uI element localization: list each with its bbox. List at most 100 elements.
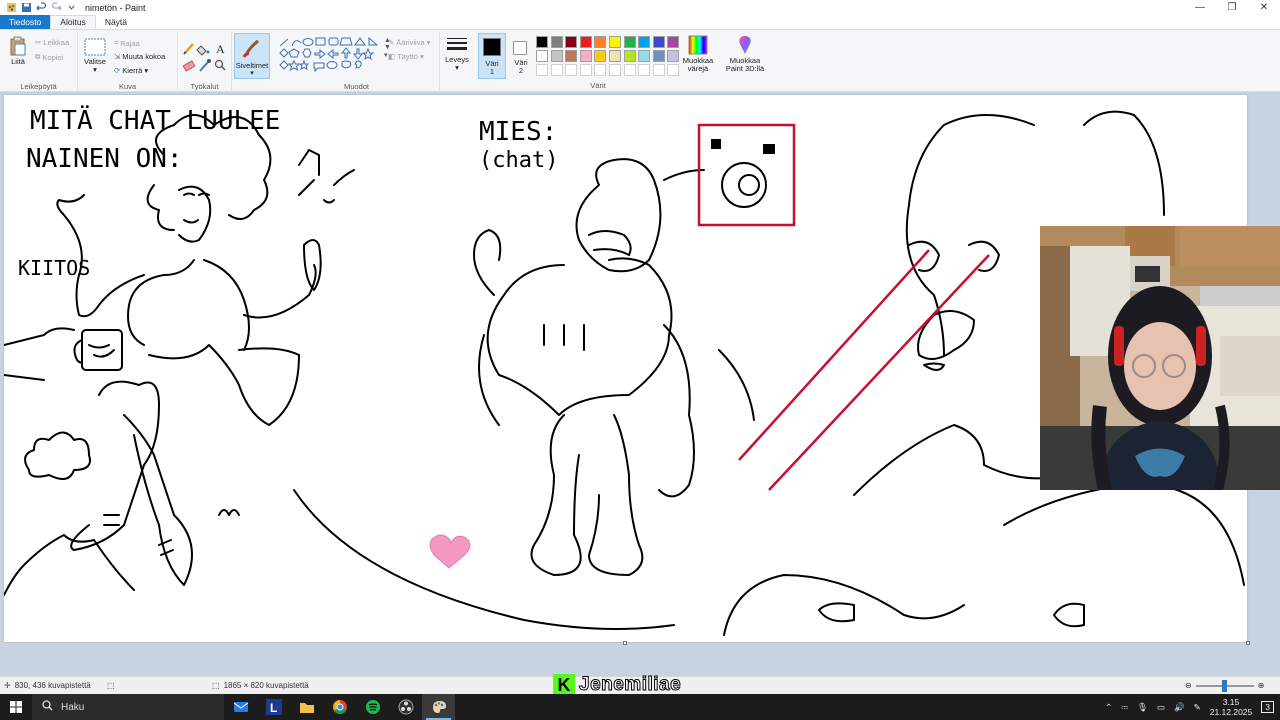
palette-swatch[interactable] (623, 50, 636, 62)
redo-icon[interactable] (51, 2, 62, 13)
paint-icon (432, 701, 446, 713)
crop-button[interactable]: ⌗ Rajaa (114, 38, 140, 48)
scissors-icon: ✂ (35, 38, 42, 47)
customize-toolbar-chevron-icon[interactable] (66, 2, 77, 13)
chevron-down-icon: ▾ (419, 52, 424, 61)
shapes-group-label: Muodot (343, 82, 370, 91)
edit-colors-button[interactable]: Muokkaa värejä (680, 35, 716, 73)
palette-swatch[interactable] (536, 50, 548, 62)
custom-color-slot[interactable] (550, 64, 563, 76)
paste-button[interactable]: Liitä (6, 36, 30, 66)
custom-color-slot[interactable] (623, 64, 636, 76)
fill-button[interactable]: ◧ Täyttö ▾ (388, 52, 424, 61)
resize-handle-corner[interactable] (1246, 641, 1250, 645)
palette-swatch[interactable] (667, 50, 680, 62)
tab-file[interactable]: Tiedosto (0, 15, 51, 29)
zoom-slider-thumb[interactable] (1221, 679, 1227, 692)
custom-color-slot[interactable] (579, 64, 592, 76)
chevron-down-icon: ▾ (144, 66, 149, 75)
copy-button[interactable]: ⧉ Kopioi (35, 52, 63, 62)
palette-swatch[interactable] (536, 36, 548, 48)
size-button[interactable]: Leveys ▾ (442, 36, 472, 72)
custom-color-slot[interactable] (667, 64, 680, 76)
chevron-up-icon[interactable]: ⌃ (1105, 702, 1112, 713)
title-bar: nimetön - Paint — ❐ ✕ (0, 0, 1280, 15)
undo-icon[interactable] (36, 2, 47, 13)
palette-swatch[interactable] (623, 36, 636, 48)
drawing-text-subtitle: NAINEN ON: (26, 144, 183, 174)
monitor-icon[interactable]: ▭ (1157, 702, 1165, 713)
crop-icon: ⌗ (114, 38, 119, 47)
custom-color-slot[interactable] (565, 64, 578, 76)
taskbar-app-chrome[interactable] (323, 694, 356, 720)
drawing-text-title: MITÄ CHAT LUULEE (30, 104, 280, 136)
chevron-down-icon: ▾ (426, 38, 431, 47)
taskbar-app-paint[interactable] (422, 694, 455, 720)
windows-logo-icon (10, 701, 22, 713)
close-button[interactable]: ✕ (1248, 0, 1280, 15)
window-controls: — ❐ ✕ (1184, 0, 1280, 15)
pen-icon[interactable]: ✎ (1194, 702, 1201, 713)
select-button[interactable]: Valitse ▾ (82, 38, 108, 74)
taskbar-app-obs[interactable] (389, 694, 422, 720)
clock[interactable]: 3.15 21.12.2025 (1210, 697, 1253, 717)
tab-home[interactable]: Aloitus (50, 15, 96, 29)
palette-swatch[interactable] (667, 36, 680, 48)
custom-color-slot[interactable] (594, 64, 607, 76)
palette-swatch[interactable] (652, 36, 665, 48)
eraser-icon (182, 60, 196, 72)
cursor-position: ✛ 830, 436 kuvapistettä (4, 681, 91, 690)
custom-color-slot[interactable] (536, 64, 548, 76)
cut-button[interactable]: ✂ Leikkaa (35, 38, 69, 47)
outline-button[interactable]: ✎ Ääriviiva ▾ (388, 38, 430, 47)
tab-view[interactable]: Näytä (96, 15, 136, 29)
microphone-icon[interactable]: 🎙 (1137, 702, 1148, 713)
custom-color-slot[interactable] (652, 64, 665, 76)
chevron-down-icon: ▾ (93, 65, 97, 74)
palette-swatch[interactable] (594, 50, 607, 62)
zoom-out-button[interactable]: ⊖ (1185, 681, 1192, 690)
taskbar-app-mail[interactable] (224, 694, 257, 720)
obs-icon (398, 699, 413, 715)
network-icon[interactable]: ⎓ (1121, 702, 1128, 713)
rotate-icon: ⟳ (114, 66, 121, 75)
shapes-gallery[interactable] (278, 37, 380, 79)
taskbar-app-spotify[interactable] (356, 694, 389, 720)
zoom-slider[interactable] (1195, 679, 1254, 692)
palette-swatch[interactable] (579, 50, 592, 62)
notifications-button[interactable]: 3 (1261, 701, 1274, 713)
start-button[interactable] (0, 694, 32, 720)
palette-swatch[interactable] (609, 36, 621, 48)
save-icon[interactable] (21, 2, 32, 13)
edit-with-paint3d-button[interactable]: Muokkaa Paint 3D:llä (722, 35, 768, 73)
palette-swatch[interactable] (652, 50, 665, 62)
palette-swatch[interactable] (550, 36, 563, 48)
palette-swatch[interactable] (609, 50, 621, 62)
color2-button[interactable]: Väri 2 (508, 33, 534, 79)
palette-swatch[interactable] (638, 36, 651, 48)
streamer-name: Jenemiliae (578, 674, 682, 696)
custom-color-slot[interactable] (638, 64, 651, 76)
maximize-button[interactable]: ❐ (1216, 0, 1248, 15)
rotate-button[interactable]: ⟳ Kierrä ▾ (114, 66, 148, 75)
palette-swatch[interactable] (579, 36, 592, 48)
minimize-button[interactable]: — (1184, 0, 1216, 15)
palette-swatch[interactable] (565, 36, 578, 48)
taskbar-app-l[interactable]: L (257, 694, 290, 720)
palette-swatch[interactable] (594, 36, 607, 48)
volume-icon[interactable]: 🔊 (1174, 702, 1185, 713)
palette-swatch[interactable] (638, 50, 651, 62)
palette-swatch[interactable] (550, 50, 563, 62)
spotify-icon (365, 700, 380, 714)
taskbar-app-explorer[interactable] (290, 694, 323, 720)
color1-button[interactable]: Väri 1 (478, 33, 506, 79)
brushes-button[interactable]: Siveltimet ▾ (234, 33, 270, 79)
image-group-label: Kuva (118, 82, 137, 91)
custom-color-slot[interactable] (609, 64, 621, 76)
taskbar-search[interactable]: Haku (32, 694, 224, 720)
zoom-in-button[interactable]: ⊕ (1258, 681, 1265, 690)
tools-group: A Työkalut (178, 32, 232, 92)
resize-button[interactable]: ⇲ Muuta kokoa (114, 52, 165, 61)
resize-handle-bottom[interactable] (623, 641, 627, 645)
palette-swatch[interactable] (565, 50, 578, 62)
